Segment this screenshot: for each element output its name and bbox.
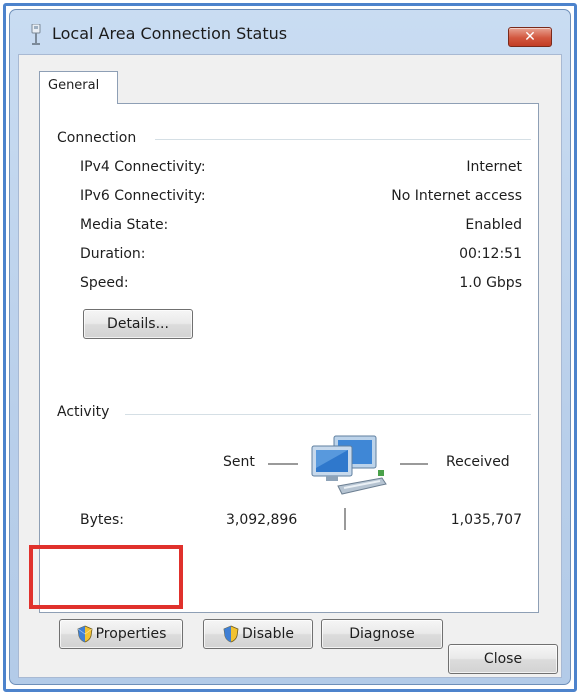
diagnose-button[interactable]: Diagnose — [321, 619, 443, 649]
ipv6-label: IPv6 Connectivity: — [80, 188, 206, 204]
bytes-separator — [344, 508, 346, 530]
properties-button[interactable]: Properties — [59, 619, 183, 649]
sent-dash — [268, 463, 298, 465]
window-title: Local Area Connection Status — [52, 24, 288, 43]
duration-value: 00:12:51 — [459, 246, 522, 262]
disable-button[interactable]: Disable — [203, 619, 313, 649]
disable-button-label: Disable — [242, 626, 294, 642]
uac-shield-icon — [77, 625, 93, 643]
received-label: Received — [446, 454, 510, 470]
received-dash — [400, 463, 428, 465]
tab-general-label: General — [48, 78, 100, 93]
title-bar[interactable]: Local Area Connection Status ✕ — [10, 10, 570, 54]
ipv4-label: IPv4 Connectivity: — [80, 159, 206, 175]
bytes-received-value: 1,035,707 — [450, 512, 522, 528]
ipv4-value: Internet — [466, 159, 522, 175]
bytes-label: Bytes: — [80, 512, 125, 528]
network-adapter-icon — [31, 24, 41, 45]
speed-label: Speed: — [80, 275, 129, 291]
close-icon: ✕ — [524, 29, 536, 45]
connection-group-title: Connection — [57, 130, 137, 146]
uac-shield-icon — [223, 625, 239, 643]
general-panel: Connection IPv4 Connectivity: Internet I… — [39, 103, 539, 649]
connection-divider — [155, 139, 531, 140]
diagnose-button-label: Diagnose — [349, 626, 415, 642]
activity-group-title: Activity — [57, 404, 110, 420]
details-button[interactable]: Details... — [83, 309, 193, 339]
details-button-label: Details... — [107, 316, 169, 332]
sent-label: Sent — [223, 454, 255, 470]
properties-button-label: Properties — [95, 626, 167, 642]
window-close-button[interactable]: ✕ — [508, 27, 552, 47]
ipv6-value: No Internet access — [391, 188, 522, 204]
media-state-value: Enabled — [465, 217, 522, 233]
speed-value: 1.0 Gbps — [459, 275, 522, 291]
duration-label: Duration: — [80, 246, 146, 262]
tab-general[interactable]: General — [39, 71, 118, 104]
close-button-label: Close — [483, 651, 523, 667]
activity-divider — [125, 414, 531, 415]
network-computers-icon — [311, 435, 387, 495]
highlight-box — [29, 545, 183, 609]
close-button[interactable]: Close — [448, 644, 558, 674]
bytes-sent-value: 3,092,896 — [226, 512, 298, 528]
media-state-label: Media State: — [80, 217, 169, 233]
